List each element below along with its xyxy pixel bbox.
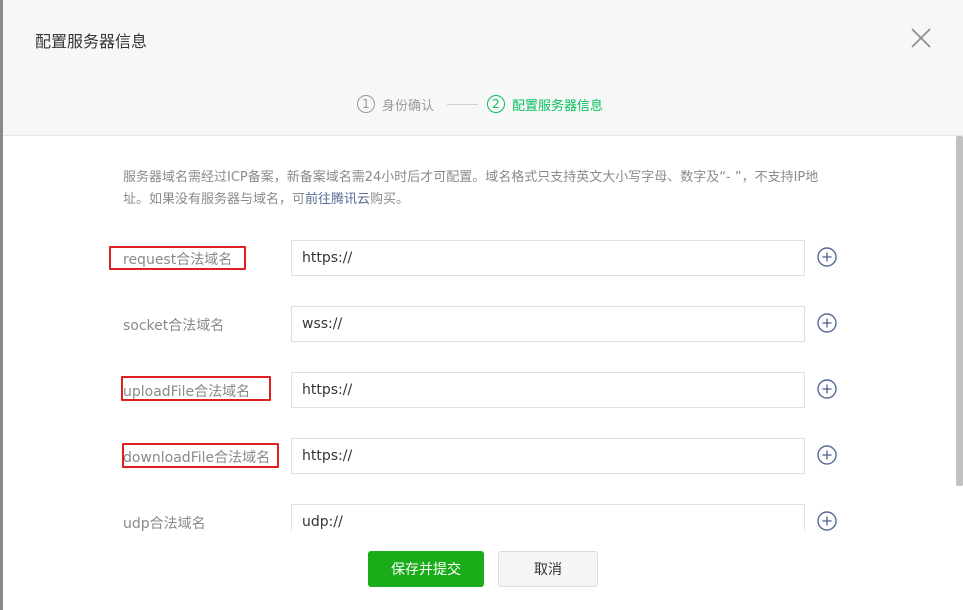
dialog-footer: 保存并提交 取消 — [3, 531, 963, 610]
dialog-body: 服务器域名需经过ICP备案，新备案域名需24小时后才可配置。域名格式只支持英文大… — [3, 137, 953, 531]
dialog-title: 配置服务器信息 — [35, 32, 148, 51]
plus-circle-icon[interactable] — [816, 378, 838, 400]
request-domain-input[interactable] — [291, 240, 805, 276]
field-row-udp: udp合法域名 — [3, 504, 953, 531]
config-server-dialog: 配置服务器信息 1 身份确认 2 配置服务器信息 服务器域名需经过ICP备案，新… — [3, 0, 963, 610]
uploadfile-domain-input[interactable] — [291, 372, 805, 408]
plus-circle-icon[interactable] — [816, 312, 838, 334]
cancel-button[interactable]: 取消 — [498, 551, 598, 587]
downloadfile-domain-input[interactable] — [291, 438, 805, 474]
step-label: 配置服务器信息 — [512, 98, 604, 114]
step-server-config: 2 配置服务器信息 — [487, 93, 603, 115]
highlight-box — [109, 246, 246, 270]
scrollbar[interactable] — [956, 136, 963, 486]
save-submit-button[interactable]: 保存并提交 — [368, 551, 484, 587]
step-number: 2 — [487, 95, 505, 113]
step-connector — [447, 104, 478, 105]
step-indicator: 1 身份确认 2 配置服务器信息 — [3, 93, 963, 115]
socket-domain-input[interactable] — [291, 306, 805, 342]
field-label: udp合法域名 — [123, 516, 206, 531]
field-label: socket合法域名 — [123, 318, 225, 334]
notice-text: 服务器域名需经过ICP备案，新备案域名需24小时后才可配置。域名格式只支持英文大… — [123, 170, 819, 207]
dialog-header: 配置服务器信息 1 身份确认 2 配置服务器信息 — [3, 0, 963, 136]
plus-circle-icon[interactable] — [816, 246, 838, 268]
step-identity: 1 身份确认 — [357, 93, 434, 115]
icp-notice: 服务器域名需经过ICP备案，新备案域名需24小时后才可配置。域名格式只支持英文大… — [123, 167, 833, 211]
field-row-socket: socket合法域名 — [3, 306, 953, 342]
notice-text-end: 购买。 — [370, 192, 410, 207]
highlight-box — [121, 376, 271, 401]
plus-circle-icon[interactable] — [816, 510, 838, 531]
udp-domain-input[interactable] — [291, 504, 805, 531]
tencent-cloud-link[interactable]: 前往腾讯云 — [305, 192, 370, 207]
step-number: 1 — [357, 95, 375, 113]
close-icon[interactable] — [907, 24, 935, 52]
highlight-box — [122, 443, 279, 468]
plus-circle-icon[interactable] — [816, 444, 838, 466]
step-label: 身份确认 — [382, 98, 435, 114]
